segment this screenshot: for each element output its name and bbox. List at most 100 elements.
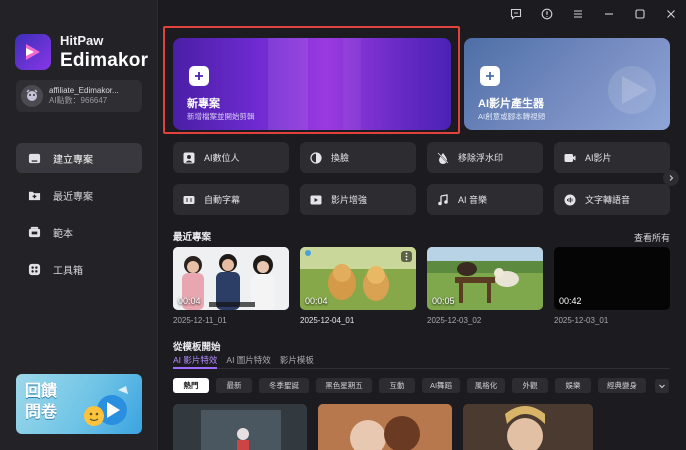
tool-ai-digital-human[interactable]: AI數位人 — [173, 142, 289, 173]
tool-label: 移除浮水印 — [458, 153, 504, 163]
templates-title: 從模板開始 — [173, 342, 221, 353]
chevron-down-icon — [659, 384, 665, 389]
recent-folder-icon — [28, 191, 41, 200]
view-all-link[interactable]: 查看所有 — [634, 231, 670, 244]
tool-label: 自動字幕 — [204, 195, 241, 205]
template-card[interactable] — [463, 404, 593, 450]
recent-project-thumbnail[interactable]: 00:04 — [173, 247, 289, 310]
recent-project-name: 2025-12-03_02 — [427, 316, 482, 325]
ai-video-generator-card[interactable]: AI影片產生器 AI創意或腳本轉視頻 — [464, 38, 670, 130]
brand-company: HitPaw — [60, 33, 104, 48]
tool-face-swap[interactable]: 換臉 — [300, 142, 416, 173]
tool-remove-watermark[interactable]: 移除浮水印 — [427, 142, 543, 173]
selection-highlight — [163, 26, 460, 134]
tool-auto-subtitle[interactable]: 自動字幕 — [173, 184, 289, 215]
brand: HitPaw Edimakor — [15, 34, 148, 70]
recent-project-thumbnail[interactable]: 00:42 — [554, 247, 670, 310]
minimize-icon[interactable] — [593, 0, 624, 28]
template-category-chips: 熱門 最新 冬季聖誕 黑色星期五 互動 AI舞蹈 風格化 外觀 娛樂 經典變身 — [173, 378, 653, 393]
sidebar-item-templates[interactable]: 範本 — [16, 217, 142, 247]
add-icon — [480, 66, 500, 86]
account-name: affiliate_Edimakor... — [49, 86, 119, 96]
template-card[interactable] — [318, 404, 452, 450]
recent-projects-title: 最近專案 — [173, 232, 212, 243]
sidebar-item-label: 最近專案 — [53, 191, 93, 203]
recent-project-name: 2025-12-11_01 — [173, 316, 227, 325]
duration-label: 00:42 — [559, 296, 582, 306]
duration-label: 00:04 — [178, 296, 201, 306]
chip-winter-christmas[interactable]: 冬季聖誕 — [259, 378, 309, 393]
recent-project-thumbnail[interactable]: 00:05 — [427, 247, 543, 310]
tabs-divider — [173, 368, 670, 369]
tab-video-templates[interactable]: 影片模板 — [280, 354, 314, 366]
create-project-icon — [28, 153, 41, 163]
video-enhance-icon — [310, 195, 322, 204]
sidebar-item-create-project[interactable]: 建立專案 — [16, 143, 142, 173]
chip-classic-transform[interactable]: 經典變身 — [598, 378, 646, 393]
more-options-icon[interactable] — [401, 251, 412, 262]
duration-label: 00:04 — [305, 296, 328, 306]
chip-hot[interactable]: 熱門 — [173, 378, 209, 393]
recent-project-thumbnail[interactable]: 00:04 — [300, 247, 416, 310]
chip-ai-dance[interactable]: AI舞蹈 — [422, 378, 460, 393]
ai-video-title: AI影片產生器 — [478, 98, 544, 110]
recent-project-name: 2025-12-04_01 — [300, 316, 355, 325]
avatar[interactable] — [21, 85, 43, 107]
sidebar-item-recent-projects[interactable]: 最近專案 — [16, 180, 142, 210]
sidebar: HitPaw Edimakor affiliate_Edimakor... AI… — [0, 0, 158, 450]
menu-icon[interactable] — [562, 0, 593, 28]
promo-line-2: 問卷 — [25, 404, 58, 421]
chip-appearance[interactable]: 外觀 — [512, 378, 548, 393]
chip-black-friday[interactable]: 黑色星期五 — [316, 378, 372, 393]
template-preview-image — [318, 404, 452, 450]
template-preview-image — [463, 404, 593, 450]
chip-latest[interactable]: 最新 — [216, 378, 252, 393]
tool-text-to-speech[interactable]: 文字轉語音 — [554, 184, 670, 215]
face-swap-icon — [310, 151, 322, 164]
ai-video-icon — [564, 153, 576, 162]
sidebar-nav: 建立專案 最近專案 範本 工具箱 — [16, 143, 142, 291]
digital-human-icon — [183, 152, 195, 163]
edimakor-logo-icon — [15, 34, 51, 70]
feedback-icon[interactable] — [500, 0, 531, 28]
chip-stylize[interactable]: 風格化 — [467, 378, 505, 393]
brand-product: Edimakor — [60, 50, 149, 71]
chip-entertainment[interactable]: 娛樂 — [555, 378, 591, 393]
tool-label: 文字轉語音 — [585, 195, 631, 205]
maximize-icon[interactable] — [624, 0, 655, 28]
close-icon[interactable] — [655, 0, 686, 28]
survey-emoji-icon — [84, 386, 128, 426]
title-bar — [500, 0, 686, 28]
active-tab-indicator — [173, 367, 217, 369]
sidebar-item-label: 工具箱 — [53, 265, 83, 277]
account-panel[interactable]: affiliate_Edimakor... AI點數：966647 — [16, 80, 142, 112]
recent-project-name: 2025-12-03_01 — [554, 316, 609, 325]
promo-line-1: 回饋 — [25, 383, 58, 400]
tab-ai-video-effects[interactable]: AI 影片特效 — [173, 354, 217, 366]
tool-label: 影片增強 — [331, 195, 368, 205]
tab-ai-image-effects[interactable]: AI 圖片特效 — [226, 354, 270, 366]
auto-subtitle-icon — [183, 195, 195, 204]
feedback-survey-banner[interactable]: 回饋 問卷 — [16, 374, 142, 434]
chevron-right-icon — [669, 175, 674, 181]
remove-watermark-icon — [437, 151, 449, 164]
template-icon — [28, 226, 41, 237]
template-preview-image — [173, 404, 307, 450]
tool-video-enhance[interactable]: 影片增強 — [300, 184, 416, 215]
template-card[interactable] — [173, 404, 307, 450]
tool-ai-video[interactable]: AI影片 — [554, 142, 670, 173]
duration-label: 00:05 — [432, 296, 455, 306]
ai-music-icon — [438, 193, 448, 205]
tools-scroll-right-button[interactable] — [663, 170, 679, 186]
chip-interactive[interactable]: 互動 — [379, 378, 415, 393]
tool-label: 換臉 — [331, 153, 350, 163]
sidebar-item-toolbox[interactable]: 工具箱 — [16, 254, 142, 284]
tool-label: AI影片 — [585, 153, 612, 163]
ai-video-subtitle: AI創意或腳本轉視頻 — [478, 112, 546, 121]
update-icon[interactable] — [531, 0, 562, 28]
sidebar-item-label: 範本 — [53, 228, 73, 240]
tool-ai-music[interactable]: AI 音樂 — [427, 184, 543, 215]
play-triangle-decoration — [608, 66, 656, 114]
chips-expand-button[interactable] — [655, 379, 669, 393]
ai-points: AI點數：966647 — [49, 96, 108, 105]
